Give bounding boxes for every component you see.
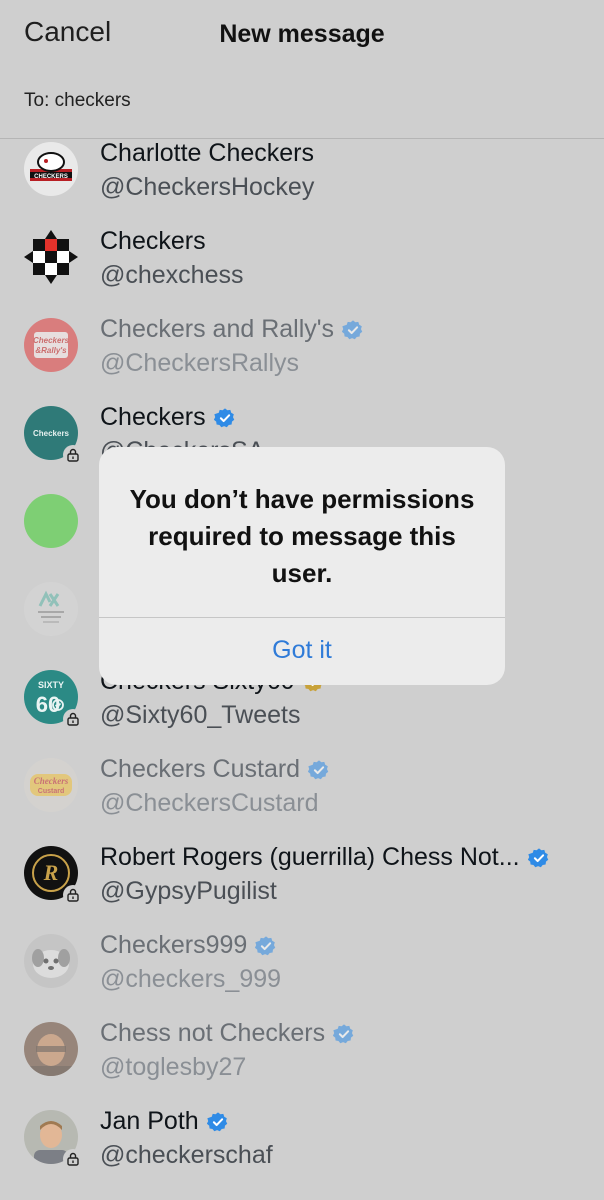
result-name: Checkers and Rally's xyxy=(100,315,364,344)
svg-text:Checkers: Checkers xyxy=(33,336,70,345)
result-handle: @checkerschaf xyxy=(100,1141,273,1169)
result-name: Robert Rogers (guerrilla) Chess Not... xyxy=(100,843,550,872)
result-name: Chess not Checkers xyxy=(100,1019,355,1048)
page-title: New message xyxy=(219,20,385,48)
result-name: Charlotte Checkers xyxy=(100,139,314,167)
result-name: Checkers999 xyxy=(100,931,277,960)
dog-photo-avatar-icon xyxy=(24,934,78,988)
result-handle: @checkers_999 xyxy=(100,965,282,993)
result-handle: @chexchess xyxy=(100,261,244,289)
sixty60-logo-icon: SIXTY 60 xyxy=(24,670,83,729)
result-name: Checkers xyxy=(100,227,206,255)
result-name: Jan Poth xyxy=(100,1107,229,1136)
verified-badge-icon xyxy=(333,1023,354,1043)
lock-icon xyxy=(63,445,83,465)
lock-icon xyxy=(63,885,83,905)
avatar-text: R xyxy=(43,860,59,885)
got-it-button[interactable]: Got it xyxy=(99,618,505,685)
checkers-rallys-logo-icon: Checkers &Rally's xyxy=(24,318,78,372)
result-handle: @CheckersCustard xyxy=(100,789,319,817)
result-name: Checkers Custard xyxy=(100,755,330,784)
result-row[interactable]: Checkers999 @checkers_999 xyxy=(0,931,604,1019)
result-handle: @CheckersRallys xyxy=(100,349,300,377)
result-row[interactable]: Checkers Custard Checkers Custard @Check… xyxy=(0,755,604,843)
checkers-sa-logo-icon: Checkers xyxy=(24,406,83,465)
verified-badge-icon xyxy=(213,407,234,427)
verified-badge-icon xyxy=(308,759,329,779)
result-handle: @GypsyPugilist xyxy=(100,877,277,905)
to-label: To: xyxy=(24,90,50,111)
result-row[interactable]: CHECKERS Charlotte Checkers @CheckersHoc… xyxy=(0,139,604,227)
recipient-field[interactable]: To: checkers xyxy=(24,90,131,112)
svg-text:CHECKERS: CHECKERS xyxy=(34,174,68,180)
permission-alert-dialog: You don’t have permissions required to m… xyxy=(99,447,505,685)
result-row[interactable]: Checkers &Rally's Checkers and Rally's @… xyxy=(0,315,604,403)
green-circle-avatar-icon xyxy=(24,494,78,548)
svg-text:&Rally's: &Rally's xyxy=(35,346,67,355)
svg-text:SIXTY: SIXTY xyxy=(38,680,64,690)
lock-icon xyxy=(63,1149,83,1169)
verified-badge-icon xyxy=(342,319,363,339)
result-row[interactable]: Jan Poth @checkerschaf xyxy=(0,1107,604,1195)
svg-text:60: 60 xyxy=(36,692,60,717)
checkers-custard-logo-icon: Checkers Custard xyxy=(24,758,78,812)
result-row[interactable]: Chess not Checkers @toglesby27 xyxy=(0,1019,604,1107)
verified-badge-icon xyxy=(527,847,548,867)
checkerboard-logo-icon xyxy=(24,230,78,284)
r-monogram-logo-icon: R xyxy=(24,846,83,905)
svg-text:Checkers: Checkers xyxy=(34,776,69,786)
result-handle: @toglesby27 xyxy=(100,1053,247,1081)
result-row[interactable]: R Robert Rogers (guerrilla) Chess Not...… xyxy=(0,843,604,931)
charlotte-checkers-logo-icon: CHECKERS xyxy=(24,142,78,196)
result-handle: @Sixty60_Tweets xyxy=(100,701,301,729)
recipient-search-input[interactable]: checkers xyxy=(55,90,131,111)
result-name: Checkers xyxy=(100,403,236,432)
lock-icon xyxy=(63,709,83,729)
result-row[interactable]: Checkers @chexchess xyxy=(0,227,604,315)
verified-badge-icon xyxy=(206,1111,227,1131)
person-photo-avatar-icon xyxy=(24,1022,78,1076)
ax-logo-icon xyxy=(24,582,78,636)
verified-badge-icon xyxy=(255,935,276,955)
result-handle: @CheckersHockey xyxy=(100,173,315,201)
person-photo-avatar-icon xyxy=(24,1110,83,1169)
svg-text:Custard: Custard xyxy=(38,788,64,795)
avatar-text: Checkers xyxy=(32,428,70,438)
header: Cancel New message To: checkers xyxy=(0,0,604,138)
alert-message: You don’t have permissions required to m… xyxy=(129,484,475,588)
